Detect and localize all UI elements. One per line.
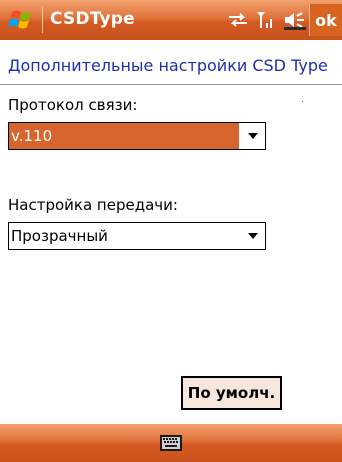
transfer-value: Прозрачный [11,227,108,245]
connectivity-arrows-icon[interactable] [226,8,250,32]
dropdown-arrow-icon[interactable] [241,223,265,249]
default-button[interactable]: По умолч. [181,376,282,410]
keyboard-icon[interactable] [159,434,183,452]
stray-dot [302,101,303,102]
protocol-value: v.110 [9,123,239,149]
transfer-dropdown[interactable]: Прозрачный [8,222,266,250]
speaker-muted-icon[interactable] [283,8,307,32]
start-button[interactable] [6,6,38,34]
header-divider [0,84,342,85]
title-separator [42,7,43,33]
windows-flag-icon [8,10,31,29]
protocol-dropdown[interactable]: v.110 [8,122,266,150]
title-bar: CSDType ok [0,0,342,40]
ok-button[interactable]: ok [309,4,342,36]
signal-strength-icon[interactable] [254,8,278,32]
transfer-label: Настройка передачи: [8,196,178,214]
window-title: CSDType [50,9,135,29]
bottom-bar [0,424,342,462]
page-title: Дополнительные настройки CSD Type [8,56,328,75]
dropdown-arrow-icon[interactable] [241,123,265,149]
protocol-label: Протокол связи: [8,96,138,114]
